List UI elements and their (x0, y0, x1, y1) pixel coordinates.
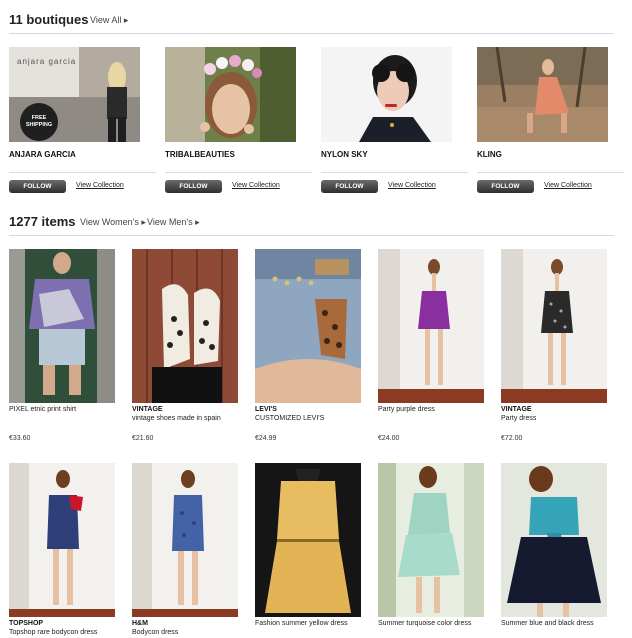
boutiques-header: 11 boutiques View All ▸ (9, 12, 614, 34)
view-collection-link[interactable]: View Collection (76, 182, 124, 189)
item-title[interactable]: Bodycon dress (132, 629, 178, 636)
item-title[interactable]: Topshop rare bodycon dress (9, 629, 97, 636)
boutique-photo-nylon-sky[interactable] (321, 47, 452, 142)
divider (321, 172, 468, 173)
boutique-photo-anjara-garcia[interactable]: anjara garcia FREE SHIPPING (9, 47, 140, 142)
view-collection-link[interactable]: View Collection (232, 182, 280, 189)
item-title[interactable]: PIXEL etnic print shirt (9, 406, 76, 413)
divider (165, 172, 312, 173)
item-title[interactable]: vintage shoes made in spain (132, 415, 221, 422)
item-photo[interactable] (255, 249, 361, 403)
item-brand: LEVI'S (255, 406, 277, 413)
item-brand: H&M (132, 620, 148, 627)
item-title[interactable]: Summer turquoise color dress (378, 620, 471, 627)
item-brand: TOPSHOP (9, 620, 44, 627)
divider (477, 172, 624, 173)
boutiques-count-title: 11 boutiques (9, 12, 89, 27)
item-title[interactable]: Party purple dress (378, 406, 435, 413)
boutique-name[interactable]: KLING (477, 150, 502, 159)
item-brand: VINTAGE (501, 406, 532, 413)
item-photo[interactable] (9, 463, 115, 617)
view-collection-link[interactable]: View Collection (544, 182, 592, 189)
view-womens-link[interactable]: View Women's ▸ (80, 217, 146, 228)
item-price: €21.60 (132, 435, 154, 442)
boutique-name[interactable]: NYLON SKY (321, 150, 368, 159)
item-title[interactable]: Party dress (501, 415, 536, 422)
boutique-photo-tribalbeauties[interactable] (165, 47, 296, 142)
divider (9, 172, 156, 173)
item-photo[interactable] (9, 249, 115, 403)
item-title[interactable]: Fashion summer yellow dress (255, 620, 348, 627)
items-header: 1277 items View Women's ▸ View Men's ▸ (9, 214, 614, 236)
boutique-name[interactable]: ANJARA GARCIA (9, 150, 76, 159)
follow-button[interactable]: FOLLOW (477, 180, 534, 193)
follow-button[interactable]: FOLLOW (321, 180, 378, 193)
items-count-title: 1277 items (9, 214, 76, 229)
free-shipping-badge: FREE SHIPPING (25, 115, 53, 128)
item-title[interactable]: CUSTOMIZED LEVI'S (255, 415, 324, 422)
boutique-logo-text: anjara garcia (17, 57, 77, 66)
boutique-name[interactable]: TRIBALBEAUTIES (165, 150, 235, 159)
view-collection-link[interactable]: View Collection (388, 182, 436, 189)
item-price: €24.00 (378, 435, 400, 442)
view-all-boutiques-link[interactable]: View All ▸ (90, 15, 128, 26)
item-price: €72.00 (501, 435, 523, 442)
item-photo[interactable] (132, 249, 238, 403)
view-mens-link[interactable]: View Men's ▸ (147, 217, 200, 228)
item-photo[interactable] (378, 463, 484, 617)
item-price: €33.60 (9, 435, 31, 442)
item-brand: VINTAGE (132, 406, 163, 413)
item-photo[interactable] (132, 463, 238, 617)
follow-button[interactable]: FOLLOW (9, 180, 66, 193)
item-photo[interactable] (378, 249, 484, 403)
boutique-photo-kling[interactable] (477, 47, 608, 142)
follow-button[interactable]: FOLLOW (165, 180, 222, 193)
item-photo[interactable] (255, 463, 361, 617)
item-title[interactable]: Summer blue and black dress (501, 620, 594, 627)
item-price: €24.99 (255, 435, 277, 442)
item-photo[interactable] (501, 463, 607, 617)
item-photo[interactable] (501, 249, 607, 403)
